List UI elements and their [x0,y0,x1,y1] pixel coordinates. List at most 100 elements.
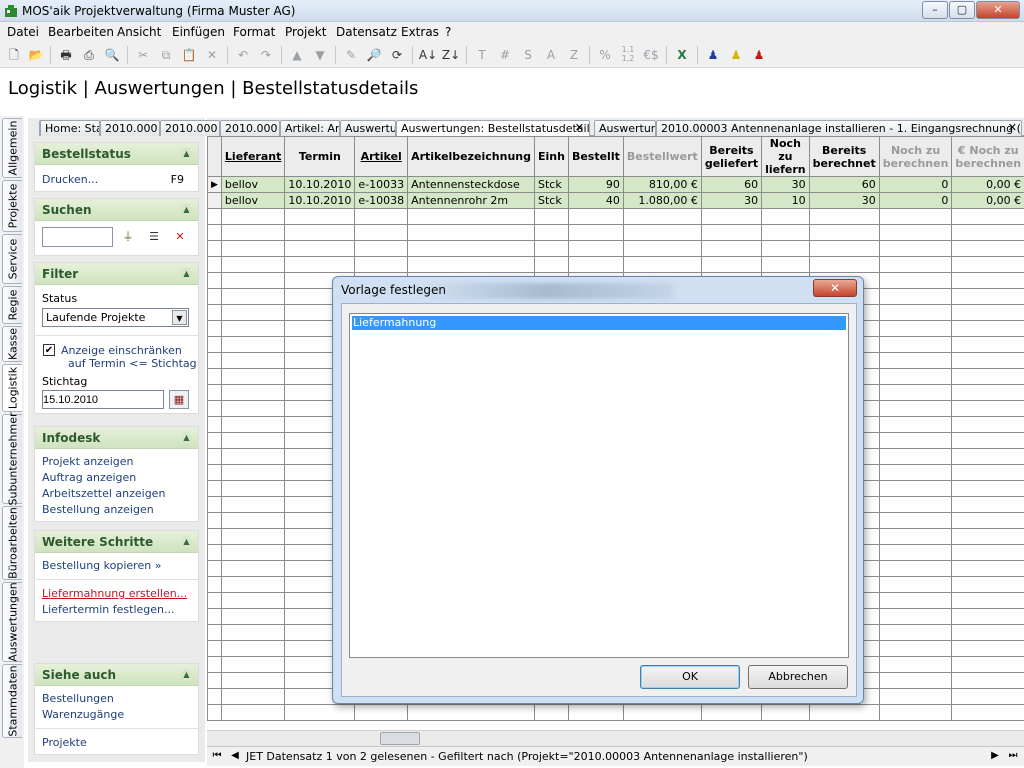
paste-icon[interactable]: 📋 [179,45,199,65]
dialog-close-button[interactable]: ✕ [813,279,857,297]
hash-icon[interactable]: # [495,45,515,65]
col-header[interactable]: Lieferant [220,136,286,177]
liefermahnung-erstellen-link[interactable]: Liefermahnung erstellen... [42,587,187,600]
cell[interactable]: 0,00 € [951,192,1024,209]
tab-document[interactable]: 2010.000 [160,120,220,136]
percent-icon[interactable]: % [595,45,615,65]
projekt-anzeigen-link[interactable]: Projekt anzeigen [42,455,134,468]
vtab-auswertungen[interactable]: Auswertungen [2,582,22,662]
cell[interactable]: 0 [878,176,953,193]
tab-document[interactable]: 2010.000 [100,120,160,136]
menu-help[interactable]: ? [445,25,451,39]
table-row[interactable]: ▶ bellov 10.10.2010 e-10033 Antennenstec… [207,176,1024,193]
projekte-link[interactable]: Projekte [42,736,87,749]
vtab-stammdaten[interactable]: Stammdaten [2,664,22,738]
ok-button[interactable]: OK [640,665,740,689]
cell[interactable]: bellov [220,176,286,193]
print-preview-icon[interactable]: 🔍 [102,45,122,65]
a-format-icon[interactable]: A [541,45,561,65]
col-header[interactable]: Artikelbezeichnung [407,136,535,177]
chevron-down-icon[interactable]: ▼ [172,310,187,325]
cell[interactable]: 90 [567,176,624,193]
col-header[interactable]: Noch zu liefern [761,136,810,177]
arbeitszettel-anzeigen-link[interactable]: Arbeitszettel anzeigen [42,487,165,500]
bestellung-anzeigen-link[interactable]: Bestellung anzeigen [42,503,154,516]
previous-record-icon[interactable]: ◀ [228,749,242,763]
tab-auswertungen[interactable]: Auswertur [340,120,396,136]
cell[interactable]: 30 [808,192,880,209]
collapse-icon[interactable]: ▲ [181,204,192,215]
number-format-icon[interactable]: 1,1 1,2 [618,45,638,65]
excel-export-icon[interactable]: X [672,45,692,65]
panel-header[interactable]: Bestellstatus ▲ [35,143,198,165]
close-tab-icon[interactable]: ✕ [575,121,584,134]
delete-icon[interactable]: ✕ [202,45,222,65]
sort-descending-icon[interactable]: Z↓ [441,45,461,65]
close-tab-icon[interactable]: ✕ [1008,121,1017,134]
s-format-icon[interactable]: S [518,45,538,65]
cell[interactable]: 810,00 € [622,176,702,193]
sort-ascending-icon[interactable]: A↓ [418,45,438,65]
cell[interactable]: 60 [808,176,880,193]
panel-header[interactable]: Weitere Schritte ▲ [35,531,198,553]
tab-document[interactable]: 2010.000 [220,120,280,136]
refresh-icon[interactable]: ⟳ [387,45,407,65]
col-header[interactable]: Termin [284,136,356,177]
copy-icon[interactable]: ⧉ [156,45,176,65]
arrow-up-icon[interactable]: ▲ [287,45,307,65]
menu-einfuegen[interactable]: Einfügen [172,25,225,39]
find-icon[interactable]: 🔎 [364,45,384,65]
stichtag-input[interactable] [42,390,164,409]
row-selector[interactable] [207,192,222,209]
cell[interactable]: 10 [761,192,810,209]
vtab-subunternehmer[interactable]: Subunternehmer [2,412,22,506]
panel-header[interactable]: Infodesk ▲ [35,427,198,449]
template-list[interactable]: Liefermahnung [349,313,849,658]
menu-extras[interactable]: Extras [401,25,439,39]
liefertermin-festlegen-link[interactable]: Liefertermin festlegen... [42,603,174,616]
vtab-logistik[interactable]: Logistik [2,364,22,412]
cell[interactable]: Antennensteckdose [407,176,535,193]
cell[interactable]: 0 [878,192,953,209]
redo-icon[interactable]: ↷ [256,45,276,65]
tab-auswertungen[interactable]: Auswertur [594,120,656,136]
minimize-button[interactable]: – [922,1,948,19]
list-item[interactable]: Liefermahnung [352,316,846,330]
cell[interactable]: Antennenrohr 2m [407,192,535,209]
col-header[interactable]: Bestellwert [622,136,702,177]
cut-icon[interactable]: ✂ [133,45,153,65]
cell[interactable]: 40 [567,192,624,209]
user-blue-icon[interactable]: ♟ [703,45,723,65]
menu-projekt[interactable]: Projekt [285,25,326,39]
cell[interactable]: 1.080,00 € [622,192,702,209]
first-record-icon[interactable]: ⏮ [210,749,224,763]
auftrag-anzeigen-link[interactable]: Auftrag anzeigen [42,471,136,484]
col-header[interactable]: Artikel [354,136,409,177]
tab-artikel[interactable]: Artikel: Ar [280,120,340,136]
new-document-icon[interactable]: 🗋 [4,45,24,65]
cell[interactable]: 10.10.2010 [284,176,356,193]
edit-icon[interactable]: ✎ [341,45,361,65]
restrict-checkbox[interactable]: ✔ [43,344,55,356]
menu-datei[interactable]: Datei [7,25,39,39]
bestellungen-link[interactable]: Bestellungen [42,692,114,705]
vtab-service[interactable]: Service [2,234,22,284]
currency-format-icon[interactable]: €$ [641,45,661,65]
panel-header[interactable]: Suchen ▲ [35,199,198,221]
last-record-icon[interactable]: ⏭ [1006,749,1020,763]
col-header[interactable]: Noch zu berechnen [878,136,953,177]
current-row-indicator[interactable]: ▶ [207,176,222,193]
calendar-icon[interactable]: ▦ [169,390,189,409]
print-icon[interactable]: 🖶 [56,45,76,65]
horizontal-scrollbar[interactable] [207,730,1024,746]
vtab-projekte[interactable]: Projekte [2,180,22,232]
col-header[interactable]: Bestellt [567,136,624,177]
user-red-icon[interactable]: ♟ [749,45,769,65]
menu-format[interactable]: Format [233,25,275,39]
status-select[interactable]: Laufende Projekte ▼ [42,308,189,327]
clear-filter-icon[interactable]: ✕ [169,227,191,247]
bestellung-kopieren-link[interactable]: Bestellung kopieren » [42,559,161,572]
cell[interactable]: 30 [700,192,763,209]
collapse-icon[interactable]: ▲ [181,669,192,680]
next-record-icon[interactable]: ▶ [988,749,1002,763]
